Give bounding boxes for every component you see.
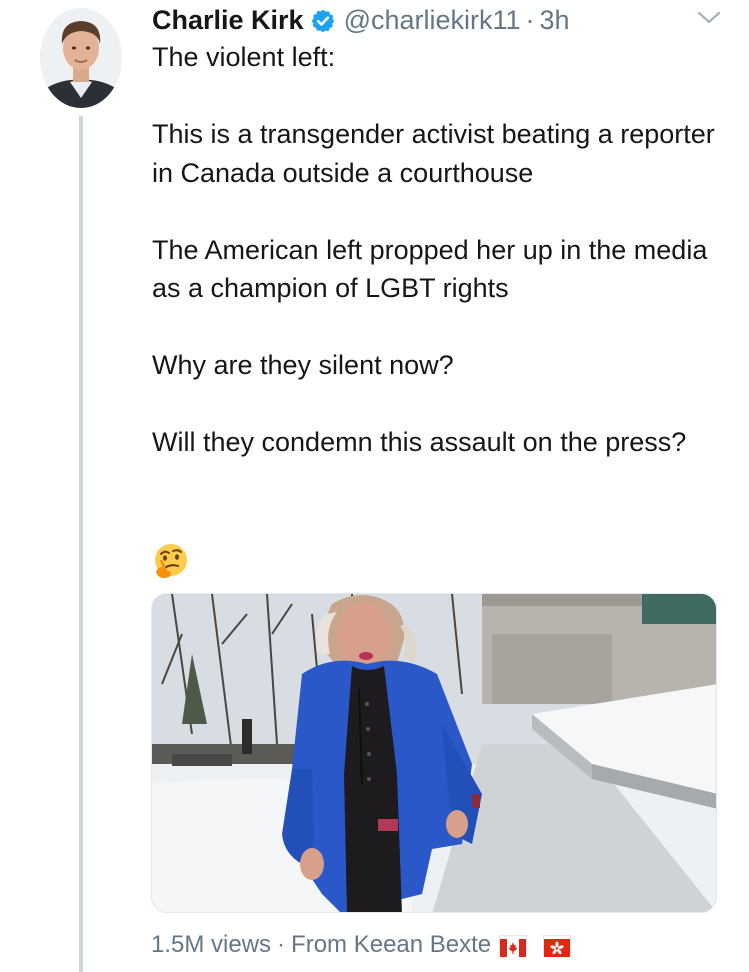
tweet-paragraph: Will they condemn this assault on the pr…	[152, 427, 687, 457]
timestamp[interactable]: 3h	[540, 2, 570, 38]
avatar[interactable]	[40, 8, 122, 108]
view-count: 1.5M views	[151, 931, 272, 958]
verified-badge-icon	[310, 7, 336, 33]
video-thumbnail[interactable]	[151, 593, 717, 913]
chevron-down-icon[interactable]	[694, 8, 724, 28]
tweet-paragraph: This is a transgender activist beating a…	[152, 119, 715, 188]
footer-separator: ·	[277, 931, 286, 958]
tweet-paragraph: The violent left:	[152, 42, 336, 72]
author-handle[interactable]: @charliekirk11	[344, 2, 521, 38]
media-source[interactable]: From Keean Bexte	[291, 931, 491, 959]
thinking-face-icon	[152, 542, 190, 580]
tweet-header: Charlie Kirk @charliekirk11 · 3h	[152, 2, 570, 38]
tweet-text: The violent left: This is a transgender …	[152, 38, 722, 462]
tweet-paragraph: The American left propped her up in the …	[152, 234, 708, 304]
video-frame-image	[152, 594, 716, 912]
author-name[interactable]: Charlie Kirk	[152, 2, 304, 38]
tweet-footer: 1.5M views · From Keean Bexte	[151, 928, 572, 962]
header-separator: ·	[525, 5, 535, 35]
tweet-paragraph: Why are they silent now?	[152, 350, 454, 380]
thread-line	[79, 116, 83, 972]
avatar-image	[40, 8, 122, 108]
canada-flag-icon	[499, 935, 528, 957]
hong-kong-flag-icon	[543, 935, 572, 957]
